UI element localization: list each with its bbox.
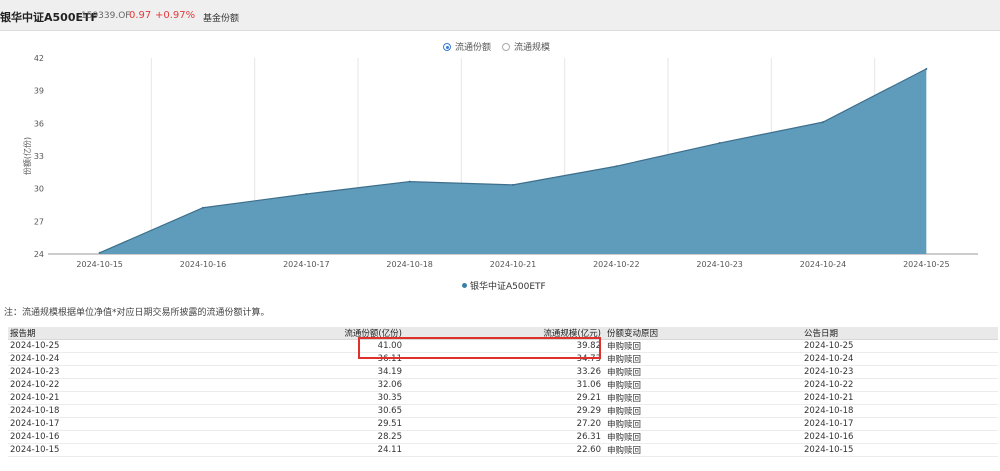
data-point — [98, 251, 101, 254]
table-header-row: 报告期 流通份额(亿份) 流通规模(亿元) 份额变动原因 公告日期 — [8, 327, 998, 340]
table-row: 2024-10-15 24.11 22.60 申购赎回 2024-10-15 — [8, 443, 998, 457]
cell-shares: 36.11 — [136, 352, 406, 366]
cell-reason: 申购赎回 — [605, 391, 802, 405]
shares-area-chart: 24 27 30 33 36 39 42 份额(亿份) 2024-10-15 2024-10-16… — [22, 54, 978, 269]
y-tick-label: 39 — [34, 87, 44, 96]
col-circulating-shares[interactable]: 流通份额(亿份) — [136, 327, 406, 340]
y-tick-label: 36 — [34, 119, 44, 128]
cell-reason: 申购赎回 — [605, 417, 802, 431]
cell-reason: 申购赎回 — [605, 443, 802, 457]
cell-publish-date: 2024-10-16 — [802, 430, 998, 444]
footnote: 注：流通规模根据单位净值*对应日期交易所披露的流通份额计算。 — [4, 308, 270, 318]
data-point — [615, 165, 618, 168]
cell-reason: 申购赎回 — [605, 339, 802, 353]
cell-scale: 29.21 — [406, 391, 605, 405]
data-point — [202, 206, 204, 209]
x-tick-label: 2024-10-15 — [76, 260, 123, 269]
cell-reason: 申购赎回 — [605, 365, 802, 379]
fund-header: 银华中证A500ETF 159339.OF 0.97 +0.97% 基金份额 — [0, 0, 1000, 31]
fund-code: 159339.OF — [81, 11, 131, 21]
y-tick-label: 33 — [34, 152, 44, 161]
cell-date: 2024-10-24 — [8, 352, 136, 366]
cell-date: 2024-10-16 — [8, 430, 136, 444]
table-row: 2024-10-23 34.19 33.26 申购赎回 2024-10-23 — [8, 365, 998, 379]
legend-label: 银华中证A500ETF — [470, 282, 546, 292]
y-tick-label: 27 — [34, 217, 44, 226]
cell-scale: 27.20 — [406, 417, 605, 431]
cell-scale: 33.26 — [406, 365, 605, 379]
table-row: 2024-10-24 36.11 34.73 申购赎回 2024-10-24 — [8, 352, 998, 366]
cell-scale: 31.06 — [406, 378, 605, 392]
cell-scale: 39.82 — [406, 339, 605, 353]
shares-table: 报告期 流通份额(亿份) 流通规模(亿元) 份额变动原因 公告日期 2024-1… — [8, 327, 998, 457]
x-tick-label: 2024-10-17 — [283, 260, 330, 269]
cell-reason: 申购赎回 — [605, 430, 802, 444]
cell-shares: 30.65 — [136, 404, 406, 418]
y-tick-label: 30 — [34, 185, 44, 194]
cell-scale: 34.73 — [406, 352, 605, 366]
col-change-reason[interactable]: 份额变动原因 — [605, 327, 802, 340]
data-point — [718, 142, 721, 145]
cell-date: 2024-10-23 — [8, 365, 136, 379]
cell-date: 2024-10-25 — [8, 339, 136, 353]
table-row: 2024-10-21 30.35 29.21 申购赎回 2024-10-21 — [8, 391, 998, 405]
table-row: 2024-10-16 28.25 26.31 申购赎回 2024-10-16 — [8, 430, 998, 444]
x-tick-label: 2024-10-25 — [903, 260, 950, 269]
x-tick-label: 2024-10-24 — [800, 260, 847, 269]
cell-publish-date: 2024-10-15 — [802, 443, 998, 457]
cell-publish-date: 2024-10-18 — [802, 404, 998, 418]
cell-date: 2024-10-15 — [8, 443, 136, 457]
col-publish-date[interactable]: 公告日期 — [802, 327, 998, 340]
col-circulating-scale[interactable]: 流通规模(亿元) — [406, 327, 605, 340]
cell-shares: 34.19 — [136, 365, 406, 379]
cell-reason: 申购赎回 — [605, 352, 802, 366]
chart-legend[interactable]: 银华中证A500ETF — [462, 279, 546, 292]
table-row: 2024-10-25 41.00 39.82 申购赎回 2024-10-25 — [8, 339, 998, 353]
cell-publish-date: 2024-10-23 — [802, 365, 998, 379]
cell-publish-date: 2024-10-25 — [802, 339, 998, 353]
data-point — [925, 67, 928, 70]
cell-shares: 28.25 — [136, 430, 406, 444]
cell-scale: 29.29 — [406, 404, 605, 418]
cell-publish-date: 2024-10-17 — [802, 417, 998, 431]
cell-publish-date: 2024-10-21 — [802, 391, 998, 405]
col-report-date[interactable]: 报告期 — [8, 327, 136, 340]
series-area — [99, 68, 927, 254]
cell-publish-date: 2024-10-22 — [802, 378, 998, 392]
x-tick-label: 2024-10-16 — [180, 260, 227, 269]
legend-dot-icon — [462, 283, 467, 288]
x-tick-label: 2024-10-22 — [593, 260, 640, 269]
data-point — [512, 183, 514, 186]
data-point — [408, 180, 411, 183]
table-row: 2024-10-18 30.65 29.29 申购赎回 2024-10-18 — [8, 404, 998, 418]
fund-price: 0.97 — [129, 10, 152, 21]
data-point — [305, 193, 308, 196]
cell-reason: 申购赎回 — [605, 378, 802, 392]
cell-shares: 29.51 — [136, 417, 406, 431]
cell-date: 2024-10-21 — [8, 391, 136, 405]
cell-reason: 申购赎回 — [605, 404, 802, 418]
table-row: 2024-10-22 32.06 31.06 申购赎回 2024-10-22 — [8, 378, 998, 392]
fund-change-pct: +0.97% — [155, 10, 196, 21]
cell-shares: 32.06 — [136, 378, 406, 392]
y-tick-label: 42 — [34, 54, 44, 63]
tab-fund-shares[interactable]: 基金份额 — [203, 11, 239, 24]
x-tick-label: 2024-10-23 — [696, 260, 743, 269]
y-axis-label: 份额(亿份) — [22, 137, 32, 175]
cell-date: 2024-10-22 — [8, 378, 136, 392]
cell-scale: 22.60 — [406, 443, 605, 457]
cell-publish-date: 2024-10-24 — [802, 352, 998, 366]
y-tick-label: 24 — [34, 250, 44, 259]
cell-date: 2024-10-18 — [8, 404, 136, 418]
x-tick-label: 2024-10-18 — [386, 260, 433, 269]
cell-date: 2024-10-17 — [8, 417, 136, 431]
cell-shares: 30.35 — [136, 391, 406, 405]
cell-shares: 24.11 — [136, 443, 406, 457]
cell-shares: 41.00 — [136, 339, 406, 353]
x-tick-label: 2024-10-21 — [490, 260, 537, 269]
table-row: 2024-10-17 29.51 27.20 申购赎回 2024-10-17 — [8, 417, 998, 431]
cell-scale: 26.31 — [406, 430, 605, 444]
data-point — [822, 121, 824, 124]
